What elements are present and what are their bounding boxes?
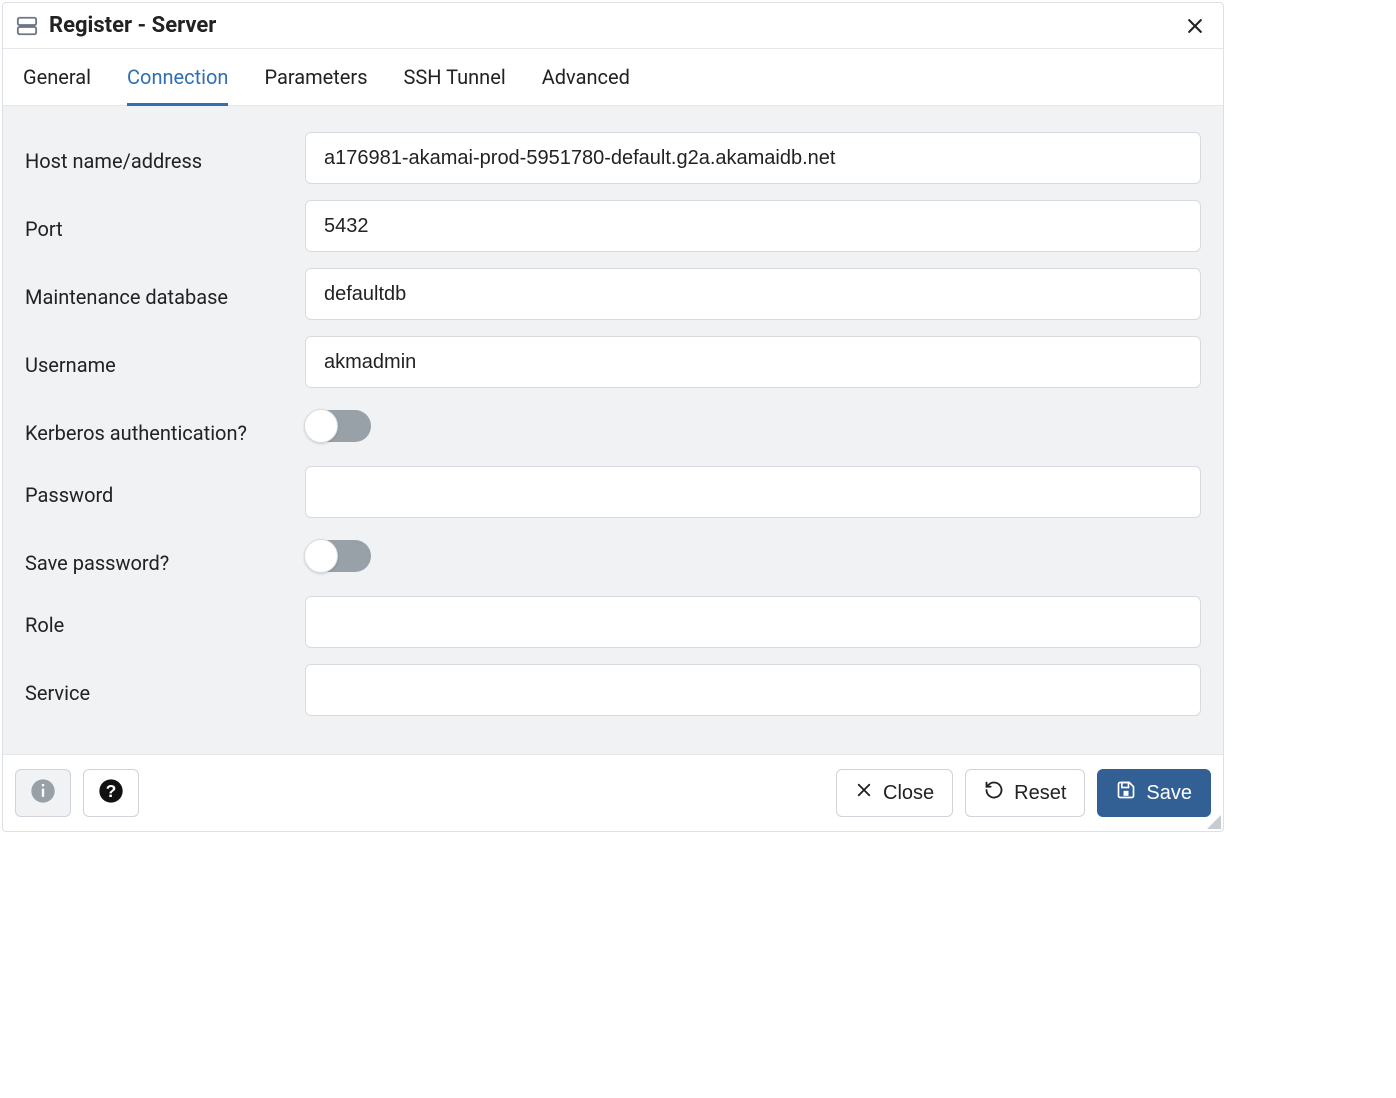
resize-handle[interactable] (1207, 815, 1221, 829)
maintenance-db-label: Maintenance database (25, 268, 305, 314)
port-input[interactable] (305, 200, 1201, 252)
role-input[interactable] (305, 596, 1201, 648)
reset-icon (984, 780, 1004, 806)
kerberos-toggle[interactable] (305, 410, 371, 442)
role-label: Role (25, 596, 305, 642)
close-button[interactable]: Close (836, 769, 953, 817)
tab-parameters[interactable]: Parameters (264, 49, 367, 106)
username-input[interactable] (305, 336, 1201, 388)
port-label: Port (25, 200, 305, 246)
maintenance-db-input[interactable] (305, 268, 1201, 320)
reset-button-label: Reset (1014, 782, 1066, 805)
save-password-label: Save password? (25, 534, 305, 580)
connection-form: Host name/address Port Maintenance datab… (3, 106, 1223, 754)
host-input[interactable] (305, 132, 1201, 184)
username-label: Username (25, 336, 305, 382)
dialog-tabs: General Connection Parameters SSH Tunnel… (3, 49, 1223, 106)
reset-button[interactable]: Reset (965, 769, 1085, 817)
info-button[interactable] (15, 769, 71, 817)
dialog-header: Register - Server (3, 3, 1223, 49)
dialog-footer: ? Close Reset (3, 754, 1223, 831)
tab-general[interactable]: General (23, 49, 91, 106)
save-button[interactable]: Save (1097, 769, 1211, 817)
save-password-toggle[interactable] (305, 540, 371, 572)
close-icon[interactable] (1183, 14, 1207, 38)
service-input[interactable] (305, 664, 1201, 716)
help-button[interactable]: ? (83, 769, 139, 817)
save-icon (1116, 780, 1136, 806)
info-icon (29, 777, 57, 809)
close-button-label: Close (883, 782, 934, 805)
service-label: Service (25, 664, 305, 710)
password-input[interactable] (305, 466, 1201, 518)
server-icon (15, 14, 39, 38)
host-label: Host name/address (25, 132, 305, 178)
password-label: Password (25, 466, 305, 512)
tab-ssh-tunnel[interactable]: SSH Tunnel (404, 49, 506, 106)
register-server-dialog: Register - Server General Connection Par… (2, 2, 1224, 832)
tab-connection[interactable]: Connection (127, 49, 228, 106)
help-icon: ? (97, 777, 125, 809)
tab-advanced[interactable]: Advanced (542, 49, 630, 106)
dialog-title: Register - Server (49, 13, 216, 38)
svg-text:?: ? (106, 781, 117, 801)
kerberos-label: Kerberos authentication? (25, 404, 305, 450)
save-button-label: Save (1146, 782, 1192, 805)
close-icon (855, 781, 873, 805)
